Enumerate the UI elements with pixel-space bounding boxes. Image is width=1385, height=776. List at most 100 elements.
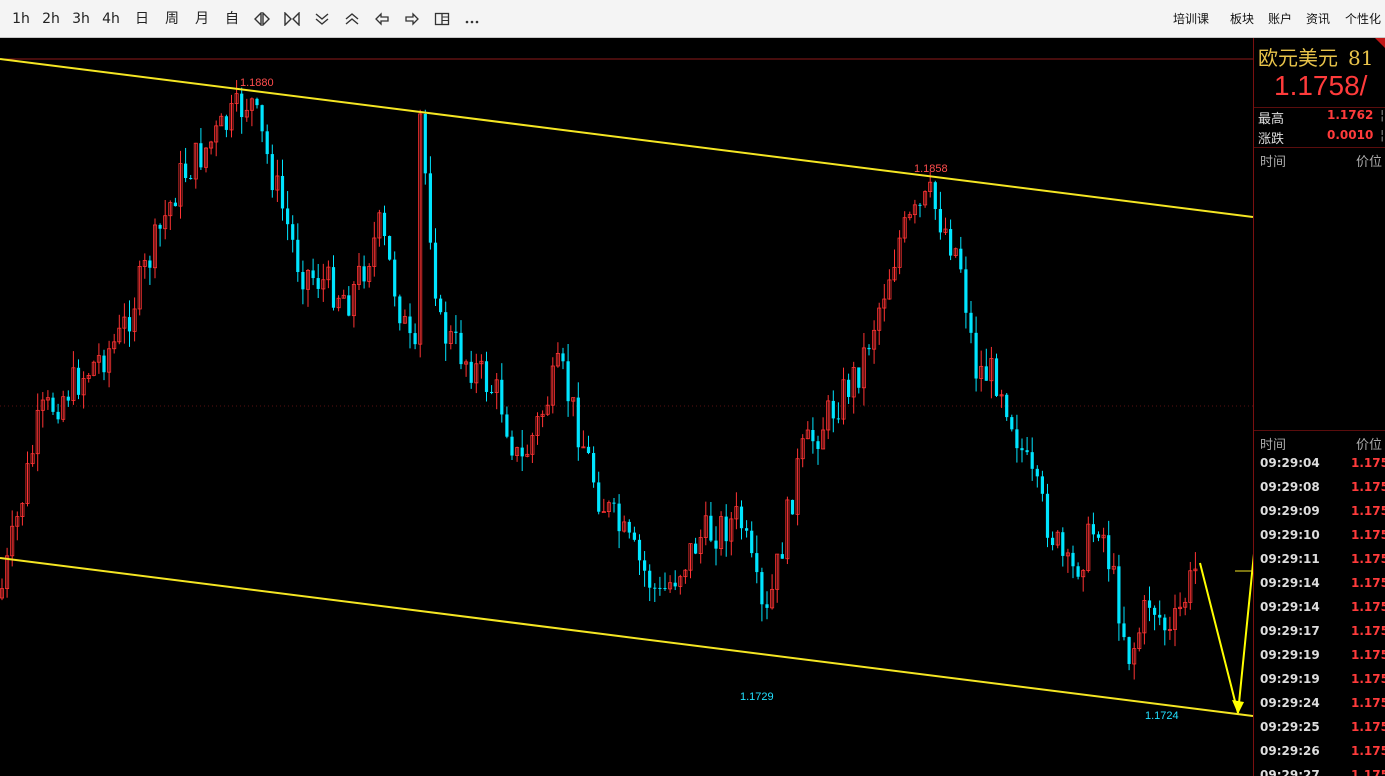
candle-body xyxy=(790,499,795,515)
training-course-link[interactable]: 培训课 xyxy=(1173,10,1209,27)
candle-body xyxy=(694,543,698,554)
candle-body xyxy=(490,391,494,393)
candle-body xyxy=(148,260,152,268)
high-label-2: 1.1858 xyxy=(914,163,948,175)
candle-body xyxy=(393,259,397,297)
forecast-arrow-path[interactable] xyxy=(1199,225,1253,714)
candle-body xyxy=(566,361,570,402)
candle-body xyxy=(576,397,580,448)
layout-panel-icon[interactable] xyxy=(431,8,453,30)
candle-body xyxy=(739,506,744,529)
candle-body xyxy=(653,587,657,589)
channel-upper-line[interactable] xyxy=(0,58,1253,218)
candle-body xyxy=(663,588,667,590)
tick-price: 1.1758 xyxy=(1351,576,1385,590)
candle-body xyxy=(173,202,177,207)
period-4h-button[interactable]: 4h xyxy=(100,8,122,30)
arrow-right-icon[interactable] xyxy=(401,8,423,30)
candle-body xyxy=(240,93,244,118)
candle-body xyxy=(1005,394,1009,418)
candle-body xyxy=(938,209,942,233)
candle-body xyxy=(949,229,953,256)
candle-body xyxy=(510,436,514,456)
candle-body xyxy=(301,272,305,290)
candle-body xyxy=(1107,535,1111,570)
candle-body xyxy=(1035,468,1039,477)
candle-body xyxy=(469,361,473,383)
period-2h-button[interactable]: 2h xyxy=(40,8,62,30)
channel-lower-line[interactable] xyxy=(0,557,1253,717)
tick-row: 09:29:11 1.1758 xyxy=(1258,552,1385,576)
tick-time: 09:29:04 xyxy=(1260,456,1320,470)
candle-body xyxy=(331,267,336,308)
candle-body xyxy=(280,175,285,209)
candle-body xyxy=(637,539,642,561)
tick-time: 09:29:17 xyxy=(1260,624,1320,638)
period-custom-button[interactable]: 自 xyxy=(221,8,243,30)
candle-body xyxy=(413,333,417,345)
current-price: 1.1758/ xyxy=(1274,70,1368,101)
personalize-link[interactable]: 个性化 xyxy=(1345,10,1381,27)
candle-body xyxy=(459,332,463,365)
low-label-1: 1.1729 xyxy=(740,691,774,703)
tick-row: 09:29:26 1.1759 xyxy=(1258,744,1385,768)
candle-body xyxy=(586,446,591,454)
candle-body xyxy=(382,212,387,237)
candle-body xyxy=(836,418,840,420)
candle-body xyxy=(857,367,861,388)
tick-row: 09:29:04 1.1758 xyxy=(1258,456,1385,480)
tick-row: 09:29:25 1.1759 xyxy=(1258,720,1385,744)
candle-body xyxy=(1051,537,1055,546)
candle-body xyxy=(673,582,677,587)
candle-body xyxy=(750,530,754,554)
tick-row: 09:29:14 1.1758 xyxy=(1258,576,1385,600)
chevron-down-icon[interactable] xyxy=(311,8,333,30)
tick-price: 1.1758 xyxy=(1351,528,1385,542)
candle-body xyxy=(1030,452,1034,469)
news-link[interactable]: 资讯 xyxy=(1306,10,1330,27)
account-link[interactable]: 账户 xyxy=(1268,10,1292,27)
quote-panel: 欧元美元 81 1.1758/ 最高 1.1762 ¦ 涨跌 0.0010 ¦ 时间 价位… xyxy=(1253,38,1385,776)
candle-body xyxy=(755,553,759,573)
tick-price: 1.1758 xyxy=(1351,552,1385,566)
candle-body xyxy=(933,182,937,210)
period-month-button[interactable]: 月 xyxy=(191,8,213,30)
tick-price: 1.1758 xyxy=(1351,456,1385,470)
candle-body xyxy=(423,113,427,174)
zoom-out-icon[interactable] xyxy=(281,8,303,30)
period-3h-button[interactable]: 3h xyxy=(70,8,92,30)
candle-body xyxy=(918,204,922,206)
arrow-left-icon[interactable] xyxy=(371,8,393,30)
candle-body xyxy=(76,367,81,395)
chevron-up-icon[interactable] xyxy=(341,8,363,30)
candle-body xyxy=(1040,476,1044,494)
tick-row: 09:29:08 1.1759 xyxy=(1258,480,1385,504)
candle-body xyxy=(592,453,596,483)
candlestick-chart[interactable]: 1.1880 1.1858 1.1729 1.1724 xyxy=(0,38,1253,776)
candle-body xyxy=(439,298,443,313)
period-1h-button[interactable]: 1h xyxy=(10,8,32,30)
candle-body xyxy=(1127,637,1131,664)
candle-body xyxy=(1045,493,1050,538)
candle-body xyxy=(831,400,835,419)
candle-body xyxy=(632,532,636,540)
period-week-button[interactable]: 周 xyxy=(161,8,183,30)
tick-price: 1.1759 xyxy=(1351,720,1385,734)
candle-body xyxy=(158,224,162,229)
candle-body xyxy=(994,358,999,396)
candle-body xyxy=(1071,552,1075,567)
candle-body xyxy=(388,236,392,260)
candle-body xyxy=(1117,566,1121,624)
change-row: 涨跌 0.0010 ¦ xyxy=(1258,128,1385,147)
period-day-button[interactable]: 日 xyxy=(131,8,153,30)
candle-body xyxy=(1153,607,1157,615)
tick-time: 09:29:19 xyxy=(1260,648,1320,662)
more-icon[interactable] xyxy=(461,8,483,30)
sector-link[interactable]: 板块 xyxy=(1230,10,1254,27)
candle-body xyxy=(627,521,631,533)
candle-body xyxy=(1061,532,1065,556)
zoom-in-icon[interactable] xyxy=(251,8,273,30)
candle-body xyxy=(291,224,295,240)
time-header-lower: 时间 xyxy=(1260,438,1287,453)
candles-group xyxy=(0,80,1198,680)
